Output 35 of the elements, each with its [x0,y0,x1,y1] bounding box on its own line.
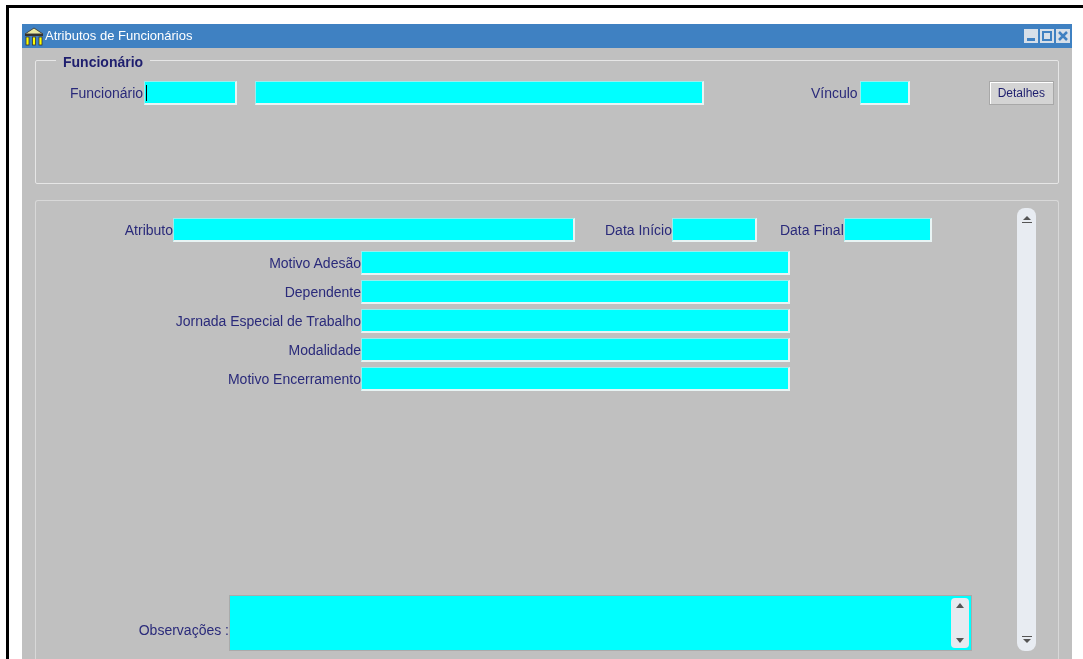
scroll-down-icon[interactable] [955,637,965,645]
field-label: Motivo Encerramento [226,369,361,389]
maximize-icon[interactable] [1040,29,1054,43]
field-label: Observações : [137,621,229,640]
notes-field[interactable] [229,595,972,651]
close-icon[interactable] [1056,29,1070,43]
field-label: Atributo [123,220,173,240]
details-button[interactable]: Detalhes [988,81,1054,105]
vertical-scrollbar[interactable] [1017,208,1036,651]
notes-scrollbar[interactable] [951,598,969,648]
field-label: Data Início [605,220,672,240]
scroll-down-icon[interactable] [1021,635,1032,645]
attribute-field[interactable] [173,218,575,242]
field-label: Data Final [779,220,844,240]
minimize-icon[interactable] [1024,29,1038,43]
end-date-field[interactable] [843,218,932,242]
field-label: Funcionário [70,83,144,103]
building-icon [24,26,44,46]
field-label: Motivo Adesão [268,253,361,273]
field-label: Dependente [283,282,361,302]
input-field[interactable] [361,309,790,333]
input-field[interactable] [361,367,790,391]
field-label: Vínculo [810,83,858,103]
field-label: Jornada Especial de Trabalho [174,311,361,331]
input-field[interactable] [361,338,790,362]
name-field[interactable] [255,81,705,105]
input-field[interactable] [361,280,790,304]
scroll-up-icon[interactable] [1021,214,1032,224]
window-title: Atributos de Funcionários [45,27,193,46]
vinculo-field[interactable] [859,81,910,105]
scroll-up-icon[interactable] [955,601,965,609]
start-date-field[interactable] [671,218,757,242]
input-field[interactable] [361,251,790,275]
field-label: Modalidade [287,340,361,360]
code-field[interactable] [144,81,238,105]
